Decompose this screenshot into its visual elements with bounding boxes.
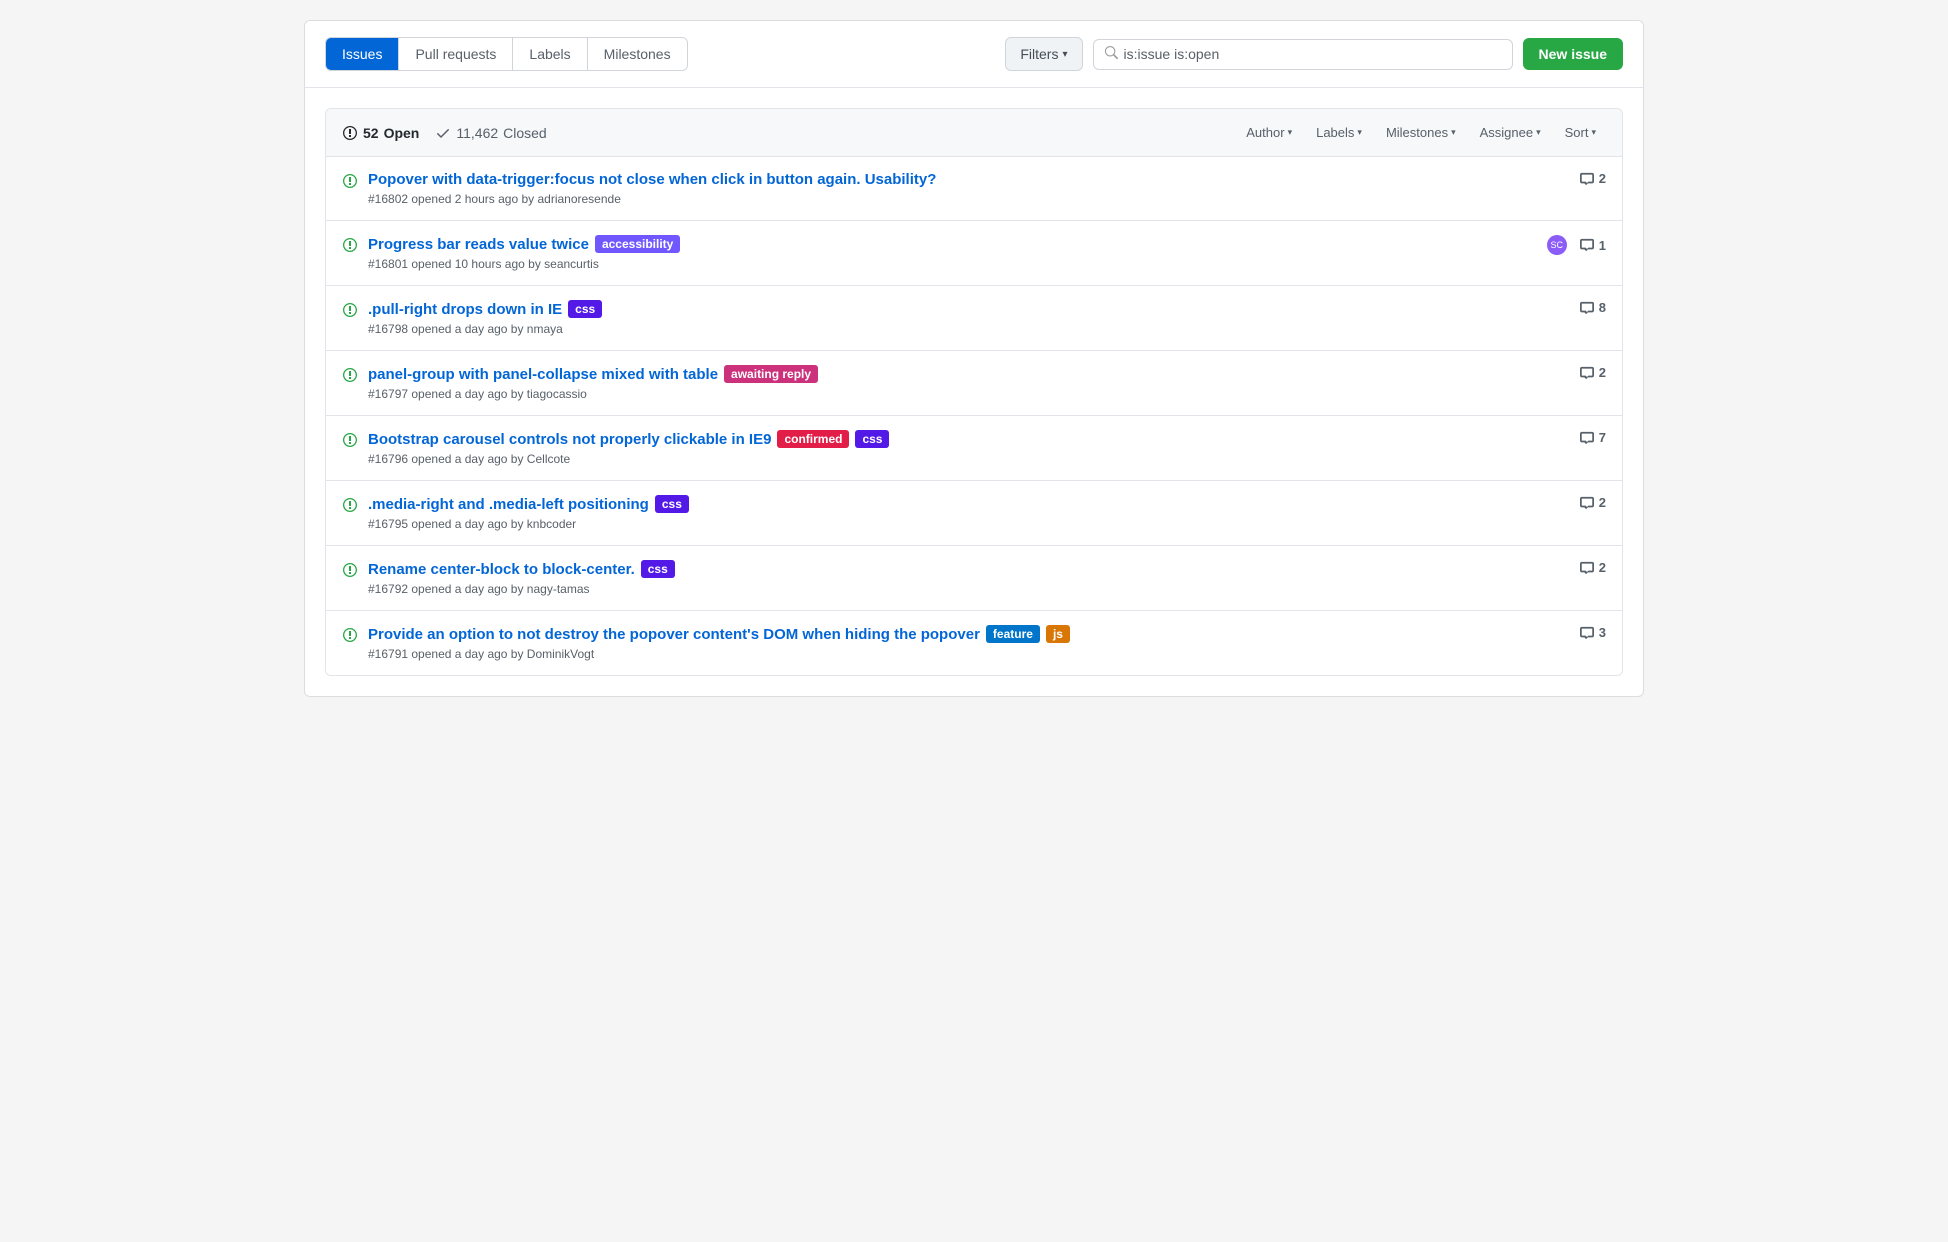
filter-milestones[interactable]: Milestones ▾: [1376, 121, 1466, 144]
issue-title[interactable]: .media-right and .media-left positioning: [368, 496, 649, 513]
search-input[interactable]: [1124, 46, 1502, 62]
comment-count[interactable]: 2: [1579, 495, 1606, 510]
avatar: SC: [1547, 235, 1567, 255]
issue-title[interactable]: Rename center-block to block-center.: [368, 561, 635, 578]
issues-list: Popover with data-trigger:focus not clos…: [326, 157, 1622, 675]
issue-right: 2: [1579, 171, 1606, 186]
issues-container: 52 Open 11,462 Closed Author ▾ Labels: [325, 108, 1623, 676]
search-box: [1093, 39, 1513, 70]
issue-content: Bootstrap carousel controls not properly…: [368, 430, 1563, 466]
issue-title[interactable]: Progress bar reads value twice: [368, 236, 589, 253]
table-row: Progress bar reads value twice accessibi…: [326, 221, 1622, 286]
issue-content: .pull-right drops down in IE css #16798 …: [368, 300, 1563, 336]
issue-title[interactable]: Bootstrap carousel controls not properly…: [368, 431, 771, 448]
issue-content: Popover with data-trigger:focus not clos…: [368, 171, 1563, 206]
comment-count[interactable]: 2: [1579, 365, 1606, 380]
milestones-caret-icon: ▾: [1451, 127, 1456, 138]
filter-labels[interactable]: Labels ▾: [1306, 121, 1372, 144]
new-issue-button[interactable]: New issue: [1523, 38, 1623, 70]
table-row: Rename center-block to block-center. css…: [326, 546, 1622, 611]
table-row: .media-right and .media-left positioning…: [326, 481, 1622, 546]
tab-group: Issues Pull requests Labels Milestones: [325, 37, 688, 71]
table-row: Provide an option to not destroy the pop…: [326, 611, 1622, 675]
issue-title[interactable]: Popover with data-trigger:focus not clos…: [368, 171, 936, 188]
table-row: panel-group with panel-collapse mixed wi…: [326, 351, 1622, 416]
tab-pull-requests[interactable]: Pull requests: [399, 38, 513, 70]
open-count[interactable]: 52 Open: [342, 125, 419, 141]
issue-title[interactable]: .pull-right drops down in IE: [368, 301, 562, 318]
filter-sort[interactable]: Sort ▾: [1555, 121, 1606, 144]
issue-meta: #16797 opened a day ago by tiagocassio: [368, 387, 1563, 401]
issues-header: 52 Open 11,462 Closed Author ▾ Labels: [326, 109, 1622, 157]
issue-right: 8: [1579, 300, 1606, 315]
issues-counts: 52 Open 11,462 Closed: [342, 125, 1216, 141]
issue-meta: #16796 opened a day ago by Cellcote: [368, 452, 1563, 466]
issue-open-icon: [342, 497, 358, 516]
issue-label[interactable]: awaiting reply: [724, 365, 818, 383]
tab-issues[interactable]: Issues: [326, 38, 399, 70]
filters-label: Filters: [1020, 46, 1058, 62]
issue-open-icon: [342, 627, 358, 646]
comment-count[interactable]: 2: [1579, 560, 1606, 575]
closed-count[interactable]: 11,462 Closed: [435, 125, 546, 141]
issue-meta: #16798 opened a day ago by nmaya: [368, 322, 1563, 336]
issue-label[interactable]: confirmed: [777, 430, 849, 448]
issue-open-icon: [342, 367, 358, 386]
issue-right: SC 1: [1547, 235, 1606, 255]
issue-title[interactable]: panel-group with panel-collapse mixed wi…: [368, 366, 718, 383]
issue-meta: #16792 opened a day ago by nagy-tamas: [368, 582, 1563, 596]
issue-open-icon: [342, 562, 358, 581]
issues-filters: Author ▾ Labels ▾ Milestones ▾ Assignee …: [1236, 121, 1606, 144]
issue-label[interactable]: css: [568, 300, 602, 318]
issue-right: 2: [1579, 365, 1606, 380]
comment-count[interactable]: 7: [1579, 430, 1606, 445]
assignee-caret-icon: ▾: [1536, 127, 1541, 138]
filter-assignee[interactable]: Assignee ▾: [1470, 121, 1551, 144]
search-icon: [1104, 46, 1118, 63]
issue-meta: #16795 opened a day ago by knbcoder: [368, 517, 1563, 531]
tab-labels[interactable]: Labels: [513, 38, 587, 70]
filter-author[interactable]: Author ▾: [1236, 121, 1302, 144]
author-caret-icon: ▾: [1288, 127, 1293, 138]
issue-open-icon: [342, 432, 358, 451]
search-area: Filters ▾ New issue: [1005, 37, 1623, 71]
issue-right: 2: [1579, 560, 1606, 575]
table-row: Bootstrap carousel controls not properly…: [326, 416, 1622, 481]
issue-content: Rename center-block to block-center. css…: [368, 560, 1563, 596]
issue-title[interactable]: Provide an option to not destroy the pop…: [368, 626, 980, 643]
labels-caret-icon: ▾: [1357, 127, 1362, 138]
issue-open-icon: [342, 173, 358, 192]
open-issues-icon: [342, 125, 358, 141]
comment-count[interactable]: 8: [1579, 300, 1606, 315]
table-row: Popover with data-trigger:focus not clos…: [326, 157, 1622, 221]
sort-caret-icon: ▾: [1591, 127, 1596, 138]
issue-content: Provide an option to not destroy the pop…: [368, 625, 1563, 661]
issue-meta: #16791 opened a day ago by DominikVogt: [368, 647, 1563, 661]
issue-label[interactable]: feature: [986, 625, 1040, 643]
closed-issues-icon: [435, 125, 451, 141]
comment-count[interactable]: 2: [1579, 171, 1606, 186]
issue-label[interactable]: css: [641, 560, 675, 578]
issue-meta: #16801 opened 10 hours ago by seancurtis: [368, 257, 1531, 271]
issue-label[interactable]: accessibility: [595, 235, 680, 253]
issue-content: .media-right and .media-left positioning…: [368, 495, 1563, 531]
issue-label[interactable]: js: [1046, 625, 1070, 643]
filters-button[interactable]: Filters ▾: [1005, 37, 1082, 71]
issue-right: 7: [1579, 430, 1606, 445]
issue-right: 2: [1579, 495, 1606, 510]
issue-label[interactable]: css: [655, 495, 689, 513]
top-bar: Issues Pull requests Labels Milestones F…: [305, 21, 1643, 88]
issue-meta: #16802 opened 2 hours ago by adrianorese…: [368, 192, 1563, 206]
comment-count[interactable]: 1: [1579, 238, 1606, 253]
issue-content: Progress bar reads value twice accessibi…: [368, 235, 1531, 271]
comment-count[interactable]: 3: [1579, 625, 1606, 640]
tab-milestones[interactable]: Milestones: [588, 38, 687, 70]
issue-open-icon: [342, 302, 358, 321]
issue-content: panel-group with panel-collapse mixed wi…: [368, 365, 1563, 401]
issue-right: 3: [1579, 625, 1606, 640]
filters-caret-icon: ▾: [1062, 49, 1067, 60]
issue-open-icon: [342, 237, 358, 256]
issue-label[interactable]: css: [855, 430, 889, 448]
table-row: .pull-right drops down in IE css #16798 …: [326, 286, 1622, 351]
